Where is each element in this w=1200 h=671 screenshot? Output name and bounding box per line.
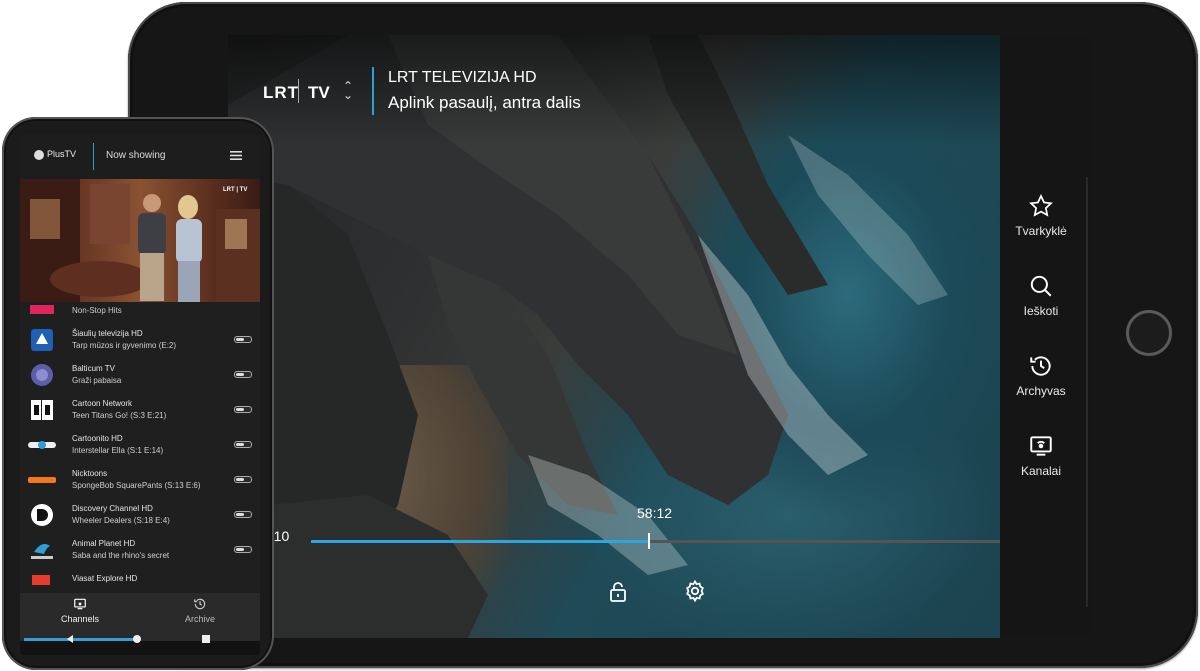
list-item[interactable]: Animal Planet HD Saba and the rhino's se…: [20, 534, 260, 569]
tv-channels-icon: [1030, 436, 1052, 456]
list-item[interactable]: Cartoon Network Teen Titans Go! (S:3 E:2…: [20, 394, 260, 429]
balticum-logo: [31, 364, 53, 386]
star-icon: [1029, 194, 1053, 217]
tablet-sidebar: Tvarkyklė Ieškoti Archyvas Kanalai: [1000, 35, 1090, 638]
plustv-logo-text: PlusTV: [47, 149, 77, 159]
sidebar-item-label: Ieškoti: [1023, 304, 1059, 318]
phone-header: PlusTV Now showing: [20, 134, 260, 179]
sidebar-scrollbar[interactable]: [1086, 177, 1088, 607]
cartoonito-logo: [28, 441, 56, 449]
discovery-logo: [31, 504, 53, 526]
tv-channels-icon: [74, 598, 86, 610]
program-name: Wheeler Dealers (S:18 E:4): [72, 516, 170, 525]
sidebar-item-label: Tvarkyklė: [1015, 224, 1067, 238]
video-person-man: [138, 194, 166, 301]
plustv-logo: PlusTV: [34, 149, 76, 160]
tab-archive[interactable]: Archive: [140, 597, 260, 624]
favorite-toggle[interactable]: [234, 406, 252, 413]
program-name: Teen Titans Go! (S:3 E:21): [72, 411, 167, 420]
channel-switch-chevron-icon[interactable]: ⌃ ⌄: [343, 80, 353, 101]
nicktoons-logo: [28, 477, 56, 483]
logo-divider: [298, 79, 299, 103]
channel-name: Balticum TV: [72, 364, 115, 373]
tv-logo: TV: [308, 83, 330, 102]
tablet-device: LRT TV ⌃ ⌄ LRT TELEVIZIJA HD Aplink pasau…: [128, 2, 1198, 668]
hits-logo: [30, 305, 54, 314]
plustv-logo-icon: [34, 149, 44, 160]
sidebar-item-label: Archyvas: [1016, 384, 1066, 398]
sidebar-item-tvarkykle[interactable]: Tvarkyklė: [1000, 193, 1082, 238]
video-player[interactable]: LRT TV ⌃ ⌄ LRT TELEVIZIJA HD Aplink pasau…: [228, 35, 1000, 638]
sidebar-item-archyvas[interactable]: Archyvas: [1000, 353, 1082, 398]
list-item[interactable]: Discovery Channel HD Wheeler Dealers (S:…: [20, 499, 260, 534]
title-divider: [372, 67, 374, 115]
sidebar-item-kanalai[interactable]: Kanalai: [1000, 433, 1082, 478]
menu-icon[interactable]: [230, 151, 242, 160]
sidebar-item-label: Kanalai: [1020, 464, 1062, 478]
seek-bar-handle[interactable]: [647, 533, 650, 549]
phone-video-player[interactable]: LRT | TV: [20, 179, 260, 302]
seek-time: 58:12: [637, 505, 673, 521]
header-title: Now showing: [106, 150, 166, 161]
channel-name: Šiaulių televizija HD: [72, 329, 143, 338]
list-item[interactable]: Nicktoons SpongeBob SquarePants (S:13 E:…: [20, 464, 260, 499]
android-home-icon[interactable]: [132, 634, 142, 644]
viasat-logo: [32, 575, 50, 585]
animal-planet-logo: [31, 544, 53, 559]
program-name: Interstellar Ella (S:1 E:14): [72, 446, 164, 455]
tab-channels[interactable]: Channels: [20, 597, 140, 624]
history-icon: [1030, 356, 1051, 376]
program-name: Graži pabaisa: [72, 376, 122, 385]
favorite-toggle[interactable]: [234, 441, 252, 448]
header-divider: [93, 143, 94, 170]
history-icon: [194, 598, 206, 610]
tab-label: Archive: [184, 614, 215, 624]
favorite-toggle[interactable]: [234, 546, 252, 553]
sidebar-item-ieskoti[interactable]: Ieškoti: [1000, 273, 1082, 318]
program-name: Tarp mūzos ir gyvenimo (E:2): [72, 341, 177, 350]
channel-name: Animal Planet HD: [72, 539, 136, 548]
cartoon-network-logo: [31, 400, 53, 420]
channel-name: Cartoonito HD: [72, 434, 123, 443]
seek-bar[interactable]: [311, 533, 1000, 549]
list-item[interactable]: Šiaulių televizija HD Tarp mūzos ir gyve…: [20, 324, 260, 359]
android-recents-icon[interactable]: [201, 634, 211, 644]
phone-device: PlusTV Now showing LRT | TV Non-Stop Hit…: [2, 117, 274, 670]
gear-icon[interactable]: [683, 579, 707, 603]
favorite-toggle[interactable]: [234, 476, 252, 483]
favorite-toggle[interactable]: [234, 511, 252, 518]
favorite-toggle[interactable]: [234, 336, 252, 343]
program-name: SpongeBob SquarePants (S:13 E:6): [72, 481, 201, 490]
channel-name: Nicktoons: [72, 469, 108, 478]
channel-title: LRT TELEVIZIJA HD: [388, 69, 537, 86]
tablet-screen: LRT TV ⌃ ⌄ LRT TELEVIZIJA HD Aplink pasau…: [228, 35, 1090, 638]
favorite-toggle[interactable]: [234, 371, 252, 378]
tab-label: Channels: [60, 614, 100, 624]
siauliu-tv-logo: [31, 329, 53, 351]
channel-list[interactable]: Non-Stop Hits Šiaulių televizija HD Tarp…: [20, 302, 260, 593]
unlock-icon[interactable]: [606, 580, 630, 604]
list-item[interactable]: Non-Stop Hits: [20, 302, 260, 324]
program-name: Saba and the rhino's secret: [72, 551, 170, 560]
search-icon: [1030, 275, 1052, 297]
lrt-logo: LRT: [263, 83, 300, 102]
android-back-icon[interactable]: [65, 634, 75, 644]
phone-screen: PlusTV Now showing LRT | TV Non-Stop Hit…: [20, 134, 260, 655]
list-item[interactable]: Cartoonito HD Interstellar Ella (S:1 E:1…: [20, 429, 260, 464]
channel-name: Cartoon Network: [72, 399, 133, 408]
video-channel-logo: LRT | TV: [223, 187, 248, 193]
program-name: Non-Stop Hits: [72, 306, 122, 315]
video-person-woman: [176, 195, 202, 302]
list-item[interactable]: Balticum TV Graži pabaisa: [20, 359, 260, 394]
list-item[interactable]: Viasat Explore HD: [20, 569, 260, 593]
home-button[interactable]: [1126, 310, 1172, 356]
channel-name: Viasat Explore HD: [72, 574, 138, 583]
show-title: Aplink pasaulį, antra dalis: [388, 93, 581, 112]
channel-name: Discovery Channel HD: [72, 504, 153, 513]
seek-bar-progress: [311, 540, 649, 543]
